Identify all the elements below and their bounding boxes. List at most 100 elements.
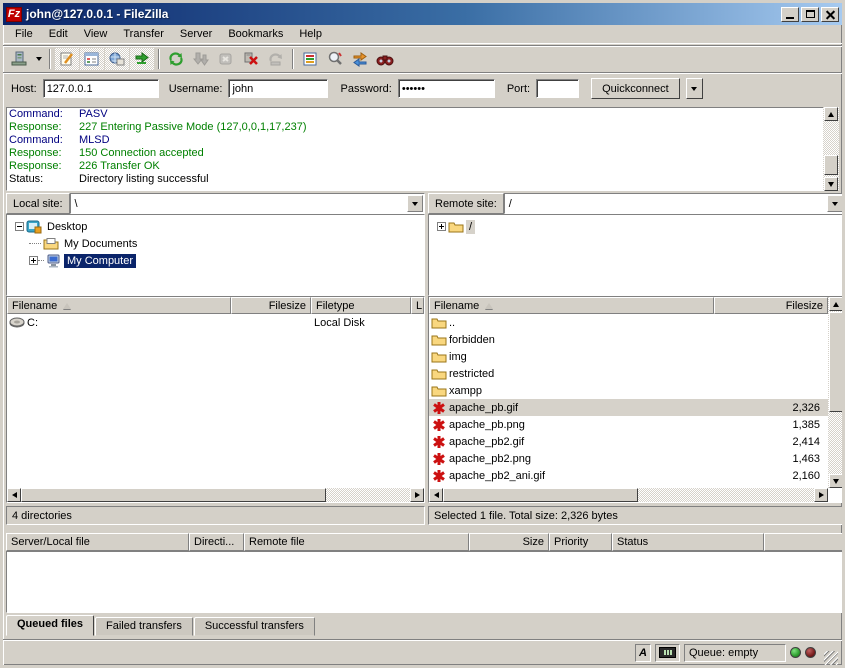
disconnect-button[interactable] <box>239 48 263 70</box>
arrow-left-icon <box>434 492 439 498</box>
remote-row[interactable]: img <box>429 348 828 365</box>
menu-transfer[interactable]: Transfer <box>115 26 172 42</box>
username-input[interactable] <box>228 79 328 98</box>
column-priority[interactable]: Priority <box>549 533 612 551</box>
remote-site-combo-dropdown[interactable] <box>827 195 843 212</box>
local-row-c-drive[interactable]: C: Local Disk <box>7 314 424 331</box>
chevron-down-icon <box>832 202 838 206</box>
column-filename[interactable]: Filename <box>429 297 714 314</box>
password-input[interactable] <box>398 79 495 98</box>
toggle-remote-tree-button[interactable] <box>105 48 129 70</box>
column-filename[interactable]: Filename <box>7 297 231 314</box>
scroll-right-button[interactable] <box>410 488 424 502</box>
refresh-button[interactable] <box>164 48 188 70</box>
collapse-expander[interactable] <box>15 222 24 231</box>
scrollbar-thumb[interactable] <box>829 312 843 412</box>
reconnect-button[interactable] <box>264 48 288 70</box>
maximize-icon <box>806 10 815 18</box>
expand-expander[interactable] <box>29 256 38 265</box>
quickconnect-dropdown[interactable] <box>686 78 703 99</box>
remote-vscrollbar[interactable] <box>828 297 844 488</box>
sort-asc-icon <box>63 303 71 309</box>
remote-row-selected[interactable]: apache_pb.gif 2,326 <box>429 399 828 416</box>
password-label: Password: <box>340 83 391 95</box>
menu-view[interactable]: View <box>76 26 116 42</box>
remote-row[interactable]: forbidden <box>429 331 828 348</box>
menu-file[interactable]: File <box>7 26 41 42</box>
minimize-button[interactable] <box>781 7 799 22</box>
local-site-combo-dropdown[interactable] <box>407 195 423 212</box>
scroll-left-button[interactable] <box>7 488 21 502</box>
toggle-log-button[interactable] <box>55 48 79 70</box>
synchronized-browsing-button[interactable] <box>348 48 372 70</box>
scroll-down-button[interactable] <box>829 474 843 488</box>
site-manager-dropdown[interactable] <box>32 48 45 70</box>
cell-filetype: Local Disk <box>309 317 409 329</box>
port-input[interactable] <box>536 79 579 98</box>
cell-filesize: 2,414 <box>740 436 828 448</box>
menu-bookmarks[interactable]: Bookmarks <box>220 26 291 42</box>
column-status[interactable]: Status <box>612 533 764 551</box>
remote-row[interactable]: restricted <box>429 365 828 382</box>
column-remote-file[interactable]: Remote file <box>244 533 469 551</box>
tree-item-root[interactable]: / <box>429 218 844 235</box>
tree-item-my-documents[interactable]: My Documents <box>7 235 424 252</box>
titlebar[interactable]: Fz john@127.0.0.1 - FileZilla <box>3 3 842 25</box>
remote-row[interactable]: apache_pb2_ani.gif 2,160 <box>429 467 828 484</box>
close-button[interactable] <box>821 7 839 22</box>
scroll-up-button[interactable] <box>824 107 838 121</box>
column-filesize[interactable]: Filesize <box>714 297 828 314</box>
local-hscrollbar[interactable] <box>7 488 424 502</box>
remote-row[interactable]: xampp <box>429 382 828 399</box>
toggle-queue-button[interactable] <box>130 48 154 70</box>
directory-comparison-button[interactable] <box>323 48 347 70</box>
scroll-down-button[interactable] <box>824 177 838 191</box>
tab-failed-transfers[interactable]: Failed transfers <box>95 617 193 636</box>
menu-edit[interactable]: Edit <box>41 26 76 42</box>
column-server-local-file[interactable]: Server/Local file <box>6 533 189 551</box>
column-direction[interactable]: Directi... <box>189 533 244 551</box>
column-size[interactable]: Size <box>469 533 549 551</box>
scrollbar-thumb[interactable] <box>21 488 326 502</box>
remote-row[interactable]: apache_pb2.png 1,463 <box>429 450 828 467</box>
filter-button[interactable] <box>298 48 322 70</box>
tab-successful-transfers[interactable]: Successful transfers <box>194 617 315 636</box>
cell-filename: C: <box>27 317 229 329</box>
scroll-left-button[interactable] <box>429 488 443 502</box>
log-scrollbar[interactable] <box>823 107 839 191</box>
process-queue-button[interactable] <box>189 48 213 70</box>
sort-asc-icon <box>485 303 493 309</box>
username-label: Username: <box>169 83 223 95</box>
scroll-right-button[interactable] <box>814 488 828 502</box>
maximize-button[interactable] <box>801 7 819 22</box>
tree-item-my-computer[interactable]: My Computer <box>7 252 424 269</box>
local-site-combo[interactable]: \ <box>70 193 425 214</box>
remote-row[interactable]: apache_pb.png 1,385 <box>429 416 828 433</box>
column-filesize[interactable]: Filesize <box>231 297 311 314</box>
column-label: Filesize <box>269 300 306 312</box>
column-lastmodified[interactable]: L <box>411 297 424 314</box>
remote-hscrollbar[interactable] <box>429 488 828 502</box>
remote-site-pane: Remote site: / / <box>428 193 845 296</box>
scrollbar-thumb[interactable] <box>824 155 838 175</box>
column-filetype[interactable]: Filetype <box>311 297 411 314</box>
toggle-local-tree-button[interactable] <box>80 48 104 70</box>
tree-item-desktop[interactable]: Desktop <box>7 218 424 235</box>
speedlimit-icon <box>659 647 676 658</box>
remote-row[interactable]: apache_pb2.gif 2,414 <box>429 433 828 450</box>
scroll-up-button[interactable] <box>829 297 843 311</box>
quickconnect-button[interactable]: Quickconnect <box>591 78 680 99</box>
remote-site-combo[interactable]: / <box>504 193 845 214</box>
local-site-label: Local site: <box>6 193 70 214</box>
scrollbar-thumb[interactable] <box>443 488 638 502</box>
tab-queued-files[interactable]: Queued files <box>6 615 94 636</box>
site-manager-button[interactable] <box>7 48 31 70</box>
menu-help[interactable]: Help <box>291 26 330 42</box>
host-input[interactable] <box>43 79 159 98</box>
file-search-button[interactable] <box>373 48 397 70</box>
menu-server[interactable]: Server <box>172 26 220 42</box>
cancel-operation-button[interactable] <box>214 48 238 70</box>
expand-expander[interactable] <box>437 222 446 231</box>
resize-grip[interactable] <box>824 651 838 665</box>
remote-row[interactable]: .. <box>429 314 828 331</box>
